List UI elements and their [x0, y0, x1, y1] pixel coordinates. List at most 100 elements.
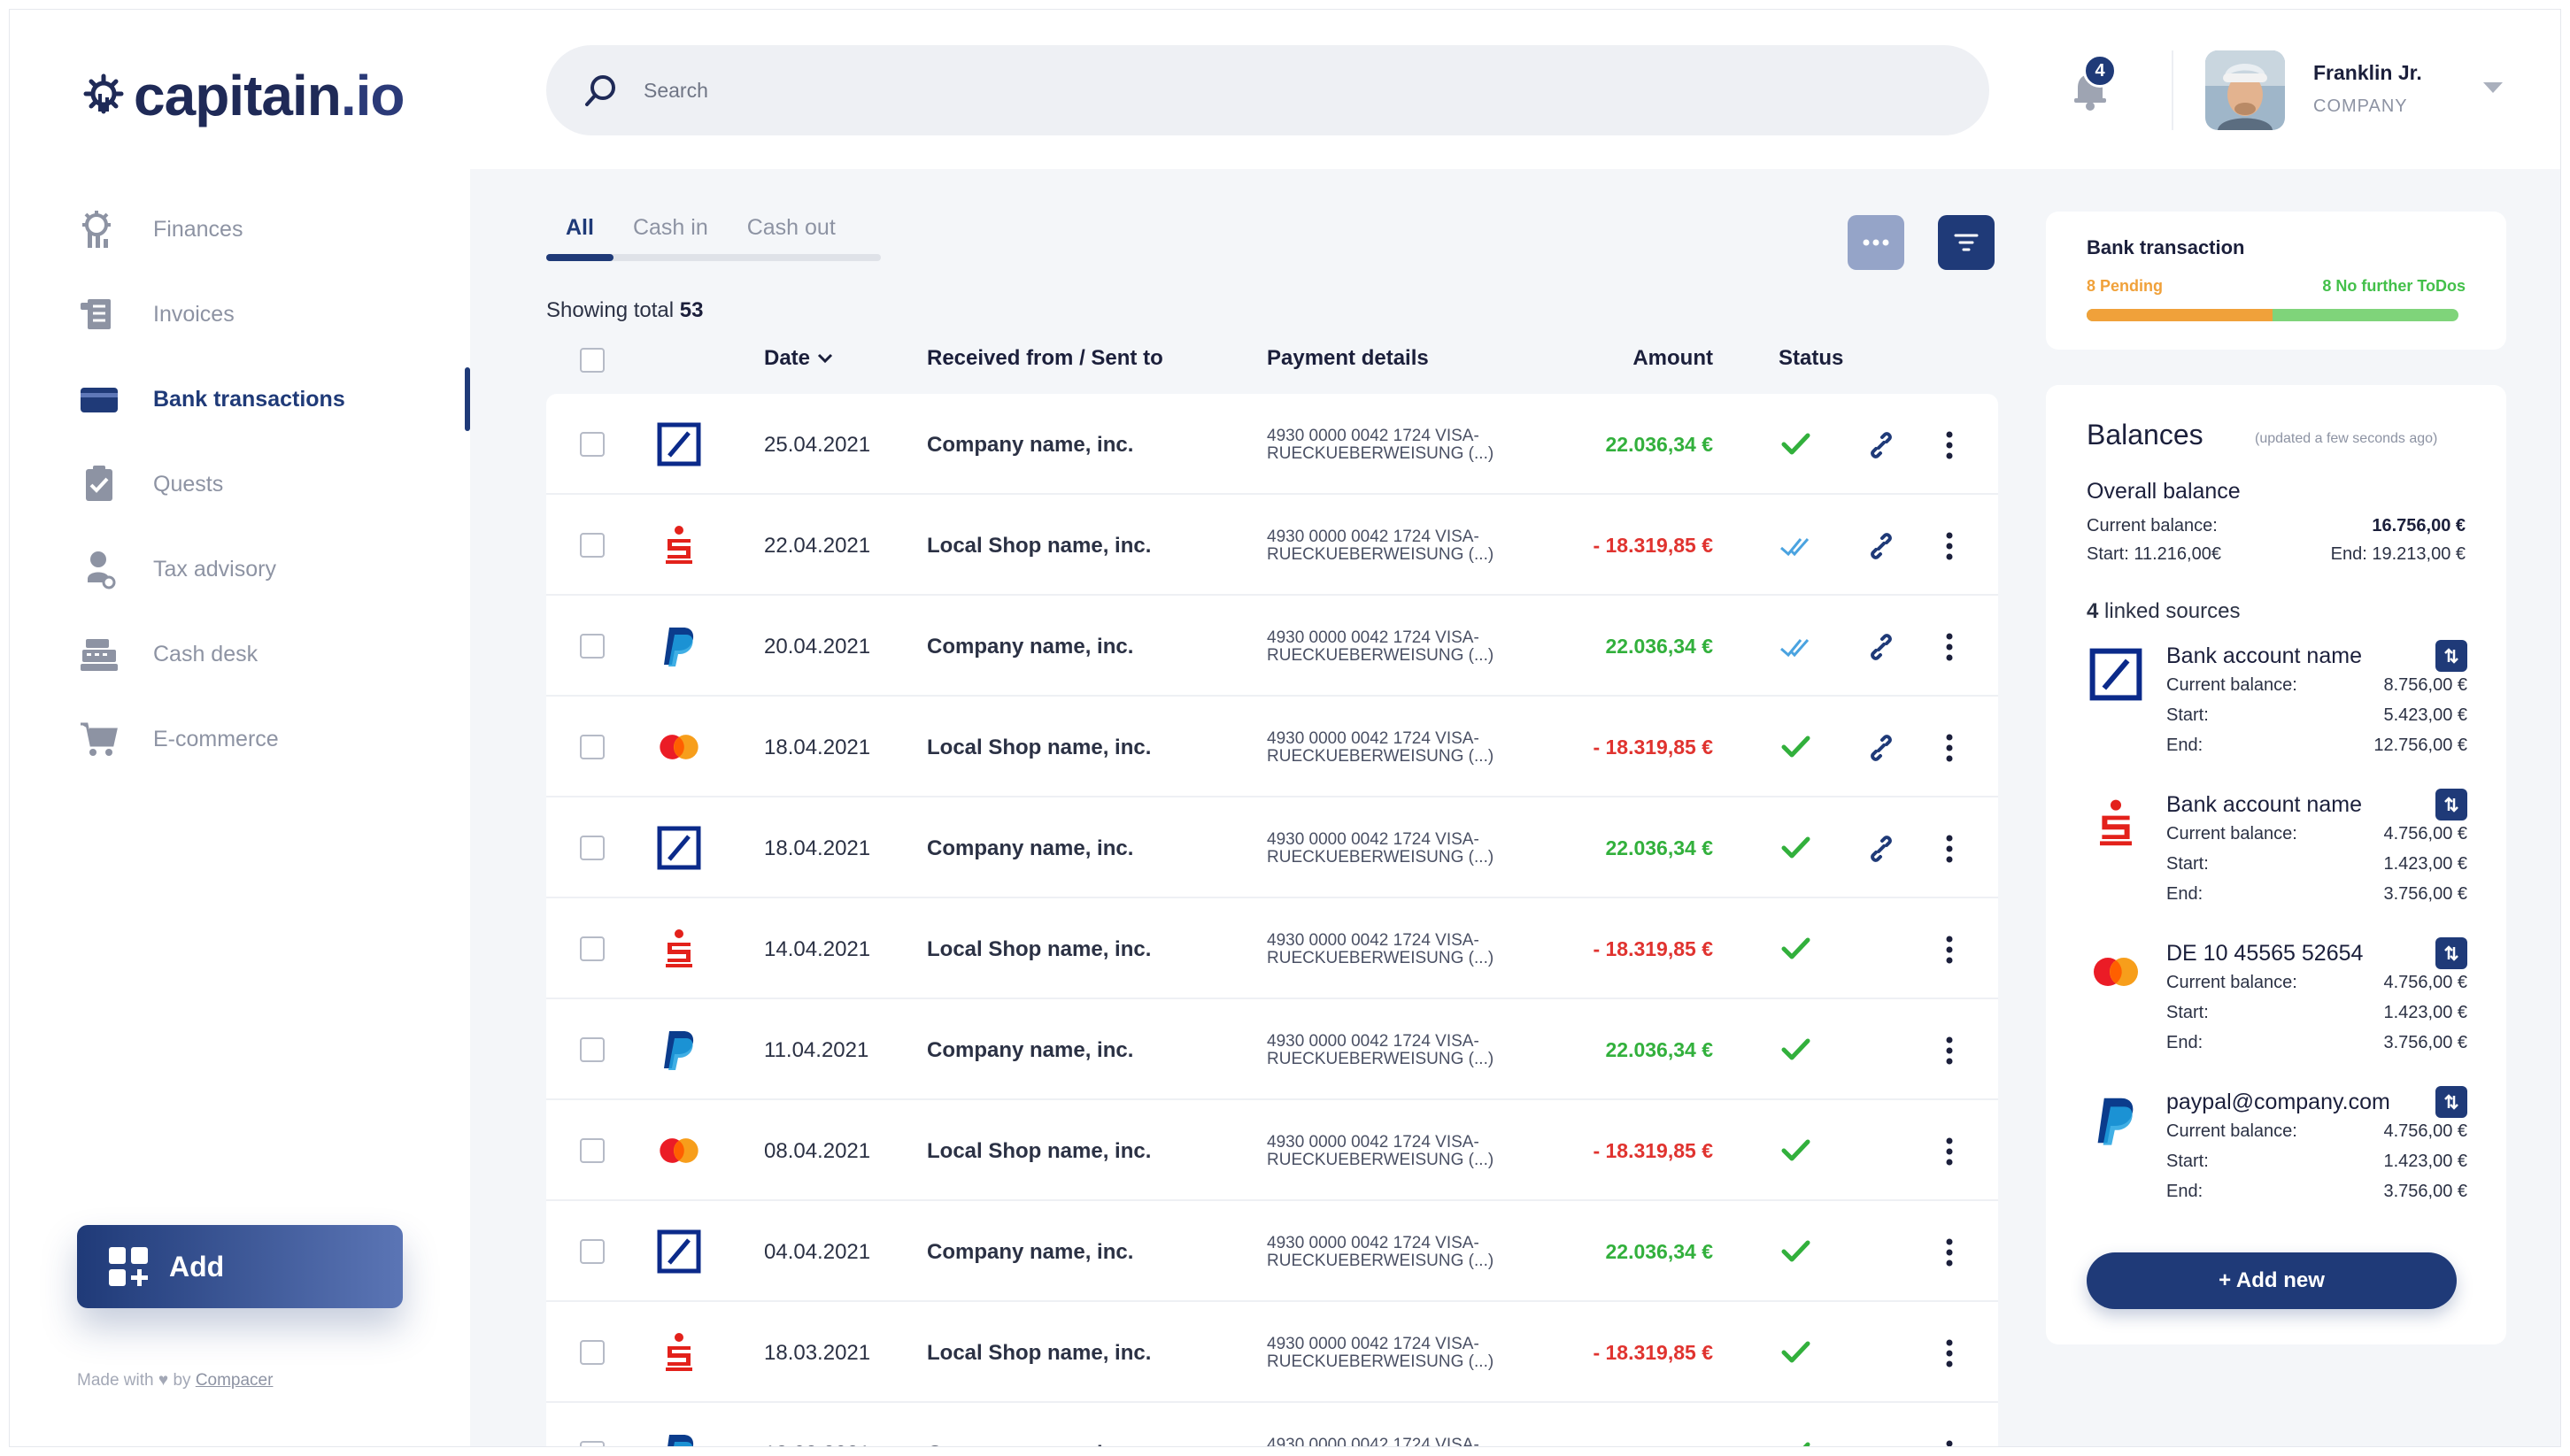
table-row[interactable]: 08.04.2021 Local Shop name, inc. 4930 00…: [546, 1100, 1998, 1201]
ship-wheel-icon: [83, 73, 124, 114]
sidebar-item-e-commerce[interactable]: E-commerce: [10, 697, 470, 782]
linked-source[interactable]: Bank account name Current balance: 8.756…: [2087, 640, 2467, 782]
more-options-button[interactable]: [1848, 215, 1904, 270]
table-row[interactable]: 20.04.2021 Company name, inc. 4930 0000 …: [546, 596, 1998, 697]
row-checkbox[interactable]: [580, 1037, 605, 1062]
tab-all[interactable]: All: [546, 215, 614, 257]
row-checkbox[interactable]: [580, 1138, 605, 1163]
sidebar-item-label: Cash desk: [153, 641, 259, 666]
table-row[interactable]: 18.03.2021 Company name, inc. 4930 0000 …: [546, 1403, 1998, 1447]
table-row[interactable]: 18.04.2021 Local Shop name, inc. 4930 00…: [546, 697, 1998, 797]
deutsche-bank-icon: [657, 422, 701, 466]
row-menu-button[interactable]: [1941, 528, 1958, 564]
row-menu-button[interactable]: [1941, 730, 1958, 766]
row-menu-button[interactable]: [1941, 1235, 1958, 1270]
sync-button[interactable]: [2435, 789, 2467, 820]
more-vertical-icon: [1946, 1339, 1953, 1367]
row-menu-button[interactable]: [1941, 629, 1958, 665]
row-menu-button[interactable]: [1941, 1437, 1958, 1446]
heart-icon: ♥: [158, 1371, 169, 1390]
table-header: Date Received from / Sent to Payment det…: [546, 339, 1998, 380]
column-date[interactable]: Date: [764, 346, 834, 371]
row-amount: 22.036,34 €: [1605, 1442, 1713, 1446]
column-party[interactable]: Received from / Sent to: [927, 346, 1163, 371]
row-link-button[interactable]: [1865, 833, 1897, 865]
table-row[interactable]: 22.04.2021 Local Shop name, inc. 4930 00…: [546, 495, 1998, 596]
row-link-button[interactable]: [1865, 732, 1897, 764]
user-name[interactable]: Franklin Jr.: [2313, 61, 2422, 85]
logo-name: capitain: [134, 64, 342, 127]
logo-text: capitain.io: [134, 63, 405, 128]
sidebar-item-bank-transactions[interactable]: Bank transactions: [10, 357, 470, 442]
tab-active-indicator: [546, 254, 614, 261]
balances-updated: (updated a few seconds ago): [2255, 431, 2438, 446]
check-icon: [1802, 1442, 1810, 1446]
overall-balance-title: Overall balance: [2087, 479, 2241, 504]
balances-card: Balances (updated a few seconds ago) Ove…: [2046, 385, 2506, 1344]
row-checkbox[interactable]: [580, 1441, 605, 1446]
row-checkbox[interactable]: [580, 634, 605, 659]
row-menu-button[interactable]: [1941, 1336, 1958, 1371]
more-vertical-icon: [1946, 734, 1953, 762]
table-row[interactable]: 11.04.2021 Company name, inc. 4930 0000 …: [546, 999, 1998, 1100]
sync-arrows-icon: [2444, 648, 2458, 664]
row-link-button[interactable]: [1865, 429, 1897, 461]
row-menu-button[interactable]: [1941, 831, 1958, 867]
row-menu-button[interactable]: [1941, 428, 1958, 463]
search-input[interactable]: Search: [644, 79, 708, 103]
avatar[interactable]: [2205, 50, 2285, 130]
logo[interactable]: capitain.io: [82, 63, 405, 128]
column-payment[interactable]: Payment details: [1267, 346, 1429, 371]
table-row[interactable]: 18.04.2021 Company name, inc. 4930 0000 …: [546, 797, 1998, 898]
sidebar-item-finances[interactable]: Finances: [10, 187, 470, 272]
table-row[interactable]: 04.04.2021 Company name, inc. 4930 0000 …: [546, 1201, 1998, 1302]
column-amount[interactable]: Amount: [1632, 346, 1713, 371]
row-checkbox[interactable]: [580, 1340, 605, 1365]
sidebar-item-label: Bank transactions: [153, 386, 345, 412]
filter-button[interactable]: [1938, 215, 1995, 270]
row-checkbox[interactable]: [580, 1239, 605, 1264]
sync-button[interactable]: [2435, 1086, 2467, 1118]
table-row[interactable]: 14.04.2021 Local Shop name, inc. 4930 00…: [546, 898, 1998, 999]
logo-suffix: .io: [340, 64, 405, 127]
add-button[interactable]: Add: [77, 1225, 403, 1308]
table-row[interactable]: 18.03.2021 Local Shop name, inc. 4930 00…: [546, 1302, 1998, 1403]
sidebar-item-quests[interactable]: Quests: [10, 442, 470, 527]
chevron-down-icon[interactable]: [2483, 82, 2503, 93]
column-status[interactable]: Status: [1779, 346, 1843, 371]
payment-line-2: RUECKUEBERWEISUNG (...): [1267, 1252, 1494, 1270]
row-checkbox[interactable]: [580, 936, 605, 961]
row-checkbox[interactable]: [580, 735, 605, 759]
select-all-checkbox[interactable]: [580, 348, 605, 373]
tab-cash-in[interactable]: Cash in: [614, 215, 728, 257]
sidebar-item-invoices[interactable]: Invoices: [10, 272, 470, 357]
row-payment-details: 4930 0000 0042 1724 VISA- RUECKUEBERWEISU…: [1267, 528, 1541, 564]
user-company: COMPANY: [2313, 96, 2408, 116]
row-amount: - 18.319,85 €: [1593, 534, 1713, 557]
linked-source[interactable]: paypal@company.com Current balance: 4.75…: [2087, 1086, 2467, 1228]
row-menu-button[interactable]: [1941, 1134, 1958, 1169]
add-new-source-button[interactable]: + Add new: [2087, 1252, 2457, 1309]
sync-button[interactable]: [2435, 937, 2467, 969]
sidebar-item-tax-advisory[interactable]: Tax advisory: [10, 527, 470, 612]
credit-link[interactable]: Compacer: [196, 1371, 274, 1390]
payment-line-1: 4930 0000 0042 1724 VISA-: [1267, 1436, 1479, 1447]
row-checkbox[interactable]: [580, 836, 605, 860]
row-checkbox[interactable]: [580, 533, 605, 558]
row-checkbox[interactable]: [580, 432, 605, 457]
row-link-button[interactable]: [1865, 530, 1897, 562]
tab-cash-out[interactable]: Cash out: [728, 215, 855, 257]
row-menu-button[interactable]: [1941, 1033, 1958, 1068]
linked-source[interactable]: DE 10 45565 52654 Current balance: 4.756…: [2087, 937, 2467, 1079]
source-end-value: 3.756,00 €: [2383, 884, 2467, 904]
linked-source[interactable]: Bank account name Current balance: 4.756…: [2087, 789, 2467, 930]
source-name: paypal@company.com: [2166, 1090, 2390, 1114]
search-bar[interactable]: Search: [546, 45, 1989, 135]
row-menu-button[interactable]: [1941, 932, 1958, 967]
sparkasse-icon: [2100, 799, 2132, 846]
sidebar-item-cash-desk[interactable]: Cash desk: [10, 612, 470, 697]
sync-button[interactable]: [2435, 640, 2467, 672]
made-with-credit: Made with ♥ by Compacer: [77, 1371, 273, 1391]
row-link-button[interactable]: [1865, 631, 1897, 663]
table-row[interactable]: 25.04.2021 Company name, inc. 4930 0000 …: [546, 394, 1998, 495]
